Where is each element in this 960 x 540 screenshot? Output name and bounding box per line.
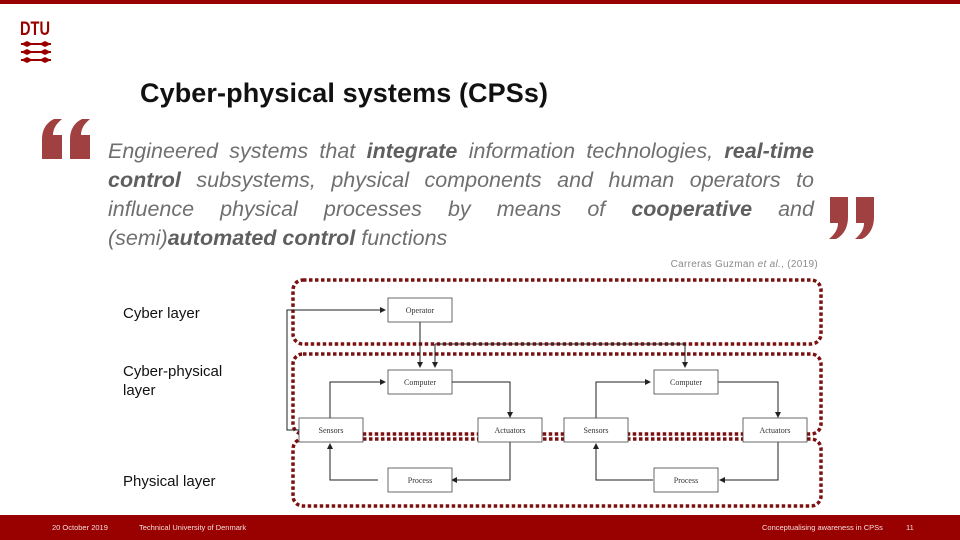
dtu-logo: DTU: [18, 18, 56, 68]
close-quote-icon: [826, 195, 878, 243]
quote-segment: functions: [355, 226, 448, 250]
layer-label-cyber: Cyber layer: [123, 305, 200, 322]
definition-quote: Engineered systems that integrate inform…: [108, 137, 814, 253]
actuators-right-label: Actuators: [759, 426, 790, 435]
quote-emphasis: automated control: [167, 226, 356, 250]
process-left-label: Process: [408, 476, 432, 485]
cyber-physical-layer-border: [291, 352, 823, 436]
open-quote-icon: [40, 115, 96, 163]
citation-authors: Carreras Guzman: [670, 259, 758, 270]
dtu-logo-icon: DTU: [20, 19, 51, 63]
footer-date: 20 October 2019: [52, 523, 108, 532]
quote-emphasis: cooperative: [631, 197, 753, 221]
slide-title: Cyber-physical systems (CPSs): [140, 78, 549, 108]
footer-presentation-title: Conceptualising awareness in CPSs: [762, 523, 883, 532]
process-right-label: Process: [674, 476, 698, 485]
layer-label-cyber-physical: Cyber-physical layer: [123, 363, 223, 399]
sensors-left-label: Sensors: [319, 426, 344, 435]
citation-year: , (2019): [781, 259, 818, 270]
citation: Carreras Guzman et al., (2019): [600, 259, 818, 270]
top-accent-bar: [0, 0, 960, 4]
sensors-right-label: Sensors: [584, 426, 609, 435]
footer-page-number: 11: [906, 523, 914, 532]
operator-label: Operator: [406, 306, 435, 315]
layer-label-physical: Physical layer: [123, 473, 216, 490]
quote-segment: information technologies,: [457, 139, 725, 163]
quote-emphasis: integrate: [366, 139, 458, 163]
physical-layer-border: [291, 437, 823, 508]
citation-etal: et al.: [757, 259, 782, 270]
cps-layer-diagram: Operator Computer Computer Sensors Actua…: [270, 270, 830, 510]
actuators-left-label: Actuators: [494, 426, 525, 435]
footer-institution: Technical University of Denmark: [139, 523, 247, 532]
computer-left-label: Computer: [404, 378, 436, 387]
computer-right-label: Computer: [670, 378, 702, 387]
cyber-layer-border: [291, 278, 823, 346]
footer-bar: 20 October 2019 Technical University of …: [0, 515, 960, 540]
logo-text: DTU: [20, 19, 50, 40]
quote-segment: Engineered systems that: [108, 139, 367, 163]
